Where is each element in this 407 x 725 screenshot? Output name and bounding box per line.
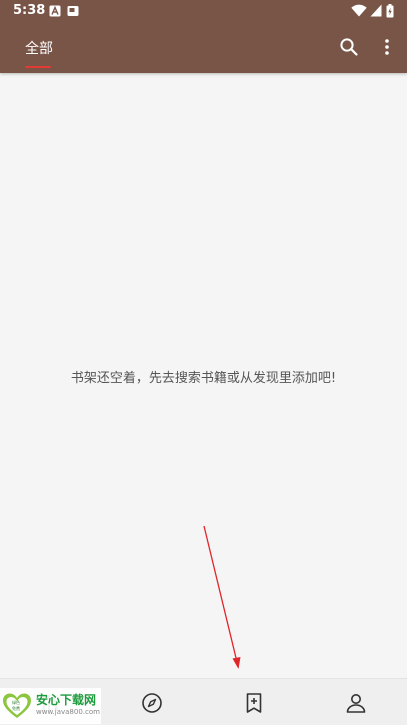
watermark-url: www.java800.com xyxy=(36,708,100,716)
status-bar: 5:38 xyxy=(0,0,407,24)
notification-a-icon xyxy=(49,5,61,17)
search-icon xyxy=(340,38,358,56)
search-button[interactable] xyxy=(335,33,363,61)
notification-card-icon xyxy=(67,6,79,16)
empty-bookshelf-message: 书架还空着，先去搜索书籍或从发现里添加吧! xyxy=(70,371,337,386)
watermark: 绿色 免费 安心下载网 www.java800.com xyxy=(0,688,101,724)
nav-discover[interactable] xyxy=(137,689,167,717)
bookshelf-screen: 5:38 全部 书架还空着，先去搜索书籍或从发现里添加吧! 绿色 免费 安心下载… xyxy=(0,0,407,725)
status-time: 5:38 xyxy=(13,3,46,18)
watermark-logo-text-bottom: 免费 xyxy=(12,706,20,711)
more-vert-icon xyxy=(385,39,389,55)
nav-my[interactable] xyxy=(341,689,371,717)
more-options-button[interactable] xyxy=(373,33,401,61)
tab-active-indicator xyxy=(25,66,51,68)
wifi-icon xyxy=(351,4,367,17)
person-icon xyxy=(346,694,366,713)
app-toolbar: 5:38 全部 xyxy=(0,0,407,73)
annotation-arrow xyxy=(203,525,241,669)
tab-all[interactable]: 全部 xyxy=(22,38,54,70)
cellular-signal-icon xyxy=(370,4,382,17)
nav-rss[interactable] xyxy=(239,689,269,717)
watermark-title: 安心下载网 xyxy=(36,693,97,707)
battery-icon xyxy=(386,4,394,18)
compass-icon xyxy=(142,693,162,713)
bookmark-add-icon xyxy=(246,693,262,713)
tab-all-label: 全部 xyxy=(25,41,53,57)
